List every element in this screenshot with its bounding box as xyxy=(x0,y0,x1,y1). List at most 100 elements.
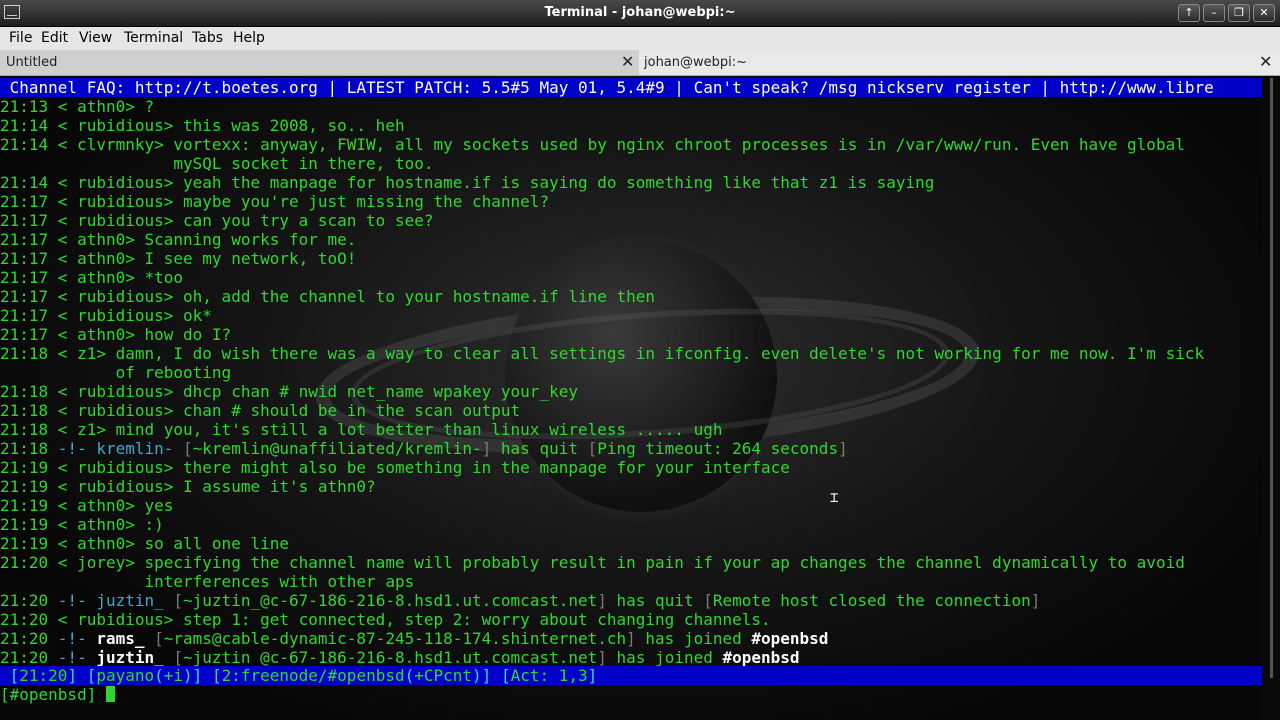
chat-text: 21:20 < jorey> specifying the channel na… xyxy=(0,553,1185,572)
chat-text: 21:17 < athn0> *too xyxy=(0,268,184,287)
chat-text: 21:18 < z1> damn, I do wish there was a … xyxy=(0,344,1205,363)
chat-line: of rebooting xyxy=(0,363,1262,382)
scrollbar-thumb[interactable] xyxy=(1270,78,1273,678)
chat-line: 21:17 < athn0> I see my network, toO! xyxy=(0,249,1262,268)
chat-line: 21:17 < athn0> *too xyxy=(0,268,1262,287)
window-above-button[interactable]: ↑ xyxy=(1178,4,1200,22)
chat-text: 21:13 < athn0> ? xyxy=(0,97,155,116)
status-window: 2:freenode/#openbsd xyxy=(221,666,405,685)
chat-text: 21:17 < rubidious> maybe you're just mis… xyxy=(0,192,550,211)
chat-text: ] xyxy=(597,591,607,610)
channel-topic: Channel FAQ: http://t.boetes.org | LATES… xyxy=(0,78,1262,97)
window-titlebar[interactable]: Terminal - johan@webpi:~ ↑ – ❐ ✕ xyxy=(0,0,1280,27)
chat-text: Ping timeout: 264 seconds xyxy=(597,439,839,458)
chat-line: 21:20 -!- rams_ [~rams@cable-dynamic-87-… xyxy=(0,629,1262,648)
chat-text: ~rams@cable-dynamic-87-245-118-174.shint… xyxy=(163,629,627,648)
chat-text: 21:14 < clvrmnky> vortexx: anyway, FWIW,… xyxy=(0,135,1185,154)
chat-text: 21:17 < athn0> I see my network, toO! xyxy=(0,249,357,268)
chat-line: 21:19 < athn0> so all one line xyxy=(0,534,1262,553)
chat-text: 21:20 < rubidious> step 1: get connected… xyxy=(0,610,771,629)
status-bracket: [ xyxy=(0,666,20,685)
chat-line: 21:17 < rubidious> can you try a scan to… xyxy=(0,211,1262,230)
chat-text: -!- xyxy=(57,648,97,667)
chat-line: 21:14 < rubidious> this was 2008, so.. h… xyxy=(0,116,1262,135)
tab-johan-webpi[interactable]: johan@webpi:~ ✕ xyxy=(639,50,1280,75)
menu-edit[interactable]: Edit xyxy=(41,30,68,46)
status-bracket: ( xyxy=(404,666,415,685)
chat-text: of rebooting xyxy=(0,363,232,382)
chat-text: has joined xyxy=(606,648,723,667)
chat-text: [ xyxy=(703,591,713,610)
chat-text: #openbsd xyxy=(722,648,800,667)
chat-line: 21:17 < rubidious> maybe you're just mis… xyxy=(0,192,1262,211)
chat-line: 21:14 < clvrmnky> vortexx: anyway, FWIW,… xyxy=(0,135,1262,154)
chat-text: ] xyxy=(481,439,492,458)
chat-text: 21:19 < athn0> :) xyxy=(0,515,164,534)
input-line[interactable]: [#openbsd] xyxy=(0,685,1262,704)
chat-text: ] xyxy=(626,629,636,648)
chat-text: #openbsd xyxy=(751,629,829,648)
menu-file[interactable]: File xyxy=(9,30,32,46)
ibeam-cursor-icon: ⌶ xyxy=(830,490,839,506)
chat-text: [ xyxy=(144,629,164,648)
chat-line: 21:19 < athn0> :) xyxy=(0,515,1262,534)
chat-text: has joined xyxy=(635,629,752,648)
chat-text: 21:20 xyxy=(0,591,58,610)
chat-text: 21:17 < rubidious> ok* xyxy=(0,306,212,325)
window-maximize-button[interactable]: ❐ xyxy=(1228,4,1250,22)
chat-text: [ xyxy=(163,648,184,667)
status-bracket: )] [ xyxy=(472,666,511,685)
terminal-area[interactable]: Channel FAQ: http://t.boetes.org | LATES… xyxy=(0,76,1280,720)
tab-untitled[interactable]: Untitled ✕ xyxy=(0,50,639,75)
chat-text: kremlin- xyxy=(96,439,174,458)
status-bracket: ] xyxy=(587,666,598,685)
menu-tabs[interactable]: Tabs xyxy=(192,30,223,46)
chat-line: 21:18 < z1> mind you, it's still a lot b… xyxy=(0,420,1262,439)
chat-text: 21:18 xyxy=(0,439,58,458)
chat-line: 21:20 -!- juztin_ [~juztin_@c-67-186-216… xyxy=(0,648,1262,667)
chat-text: -!- xyxy=(57,629,97,648)
chat-text: 21:14 < rubidious> yeah the manpage for … xyxy=(0,173,935,192)
status-nick: payano xyxy=(96,666,155,685)
status-usermode: +i xyxy=(163,666,184,685)
chat-text: ] xyxy=(597,648,607,667)
chat-text: Remote host closed the connection xyxy=(712,591,1031,610)
chat-text: 21:14 < rubidious> this was 2008, so.. h… xyxy=(0,116,405,135)
input-prompt: [#openbsd] xyxy=(0,685,106,704)
chat-line: 21:19 < athn0> yes xyxy=(0,496,1262,515)
chat-line: 21:18 -!- kremlin- [~kremlin@unaffiliate… xyxy=(0,439,1262,458)
scrollbar[interactable] xyxy=(1262,76,1280,720)
chat-text: 21:19 < athn0> yes xyxy=(0,496,174,515)
chat-line: 21:20 < jorey> specifying the channel na… xyxy=(0,553,1262,572)
close-icon[interactable]: ✕ xyxy=(1259,52,1272,71)
chat-log: 21:13 < athn0> ? 21:14 < rubidious> this … xyxy=(0,97,1262,667)
tab-label: johan@webpi:~ xyxy=(644,55,748,70)
close-icon[interactable]: ✕ xyxy=(621,52,634,71)
chat-text: mySQL socket in there, too. xyxy=(0,154,434,173)
status-bar: [21:20] [payano(+i)] [2:freenode/#openbs… xyxy=(0,666,1262,685)
chat-text: 21:17 < athn0> Scanning works for me. xyxy=(0,230,357,249)
chat-text: [ xyxy=(173,439,193,458)
chat-text: 21:18 < rubidious> dhcp chan # nwid net_… xyxy=(0,382,578,401)
chat-line: 21:18 < rubidious> chan # should be in t… xyxy=(0,401,1262,420)
chat-text: ] xyxy=(1030,591,1041,610)
window-close-button[interactable]: ✕ xyxy=(1253,4,1275,22)
chat-text: 21:19 < athn0> so all one line xyxy=(0,534,289,553)
menu-terminal[interactable]: Terminal xyxy=(124,30,183,46)
chat-text: 21:20 xyxy=(0,648,58,667)
window-minimize-button[interactable]: – xyxy=(1203,4,1225,22)
chat-line: 21:18 < z1> damn, I do wish there was a … xyxy=(0,344,1262,363)
chat-text: juztin_ xyxy=(96,591,164,610)
status-bracket: )] [ xyxy=(183,666,222,685)
chat-text: [ xyxy=(587,439,598,458)
status-act-label: Act: xyxy=(510,666,559,685)
chat-text: interferences with other aps xyxy=(0,572,415,591)
menu-view[interactable]: View xyxy=(79,30,112,46)
menu-help[interactable]: Help xyxy=(233,30,265,46)
window-title: Terminal - johan@webpi:~ xyxy=(544,5,736,20)
chat-text: 21:19 < rubidious> there might also be s… xyxy=(0,458,790,477)
chat-line: interferences with other aps xyxy=(0,572,1262,591)
chat-line: 21:17 < rubidious> oh, add the channel t… xyxy=(0,287,1262,306)
chat-text: 21:17 < athn0> how do I? xyxy=(0,325,232,344)
chat-text: 21:18 < rubidious> chan # should be in t… xyxy=(0,401,521,420)
